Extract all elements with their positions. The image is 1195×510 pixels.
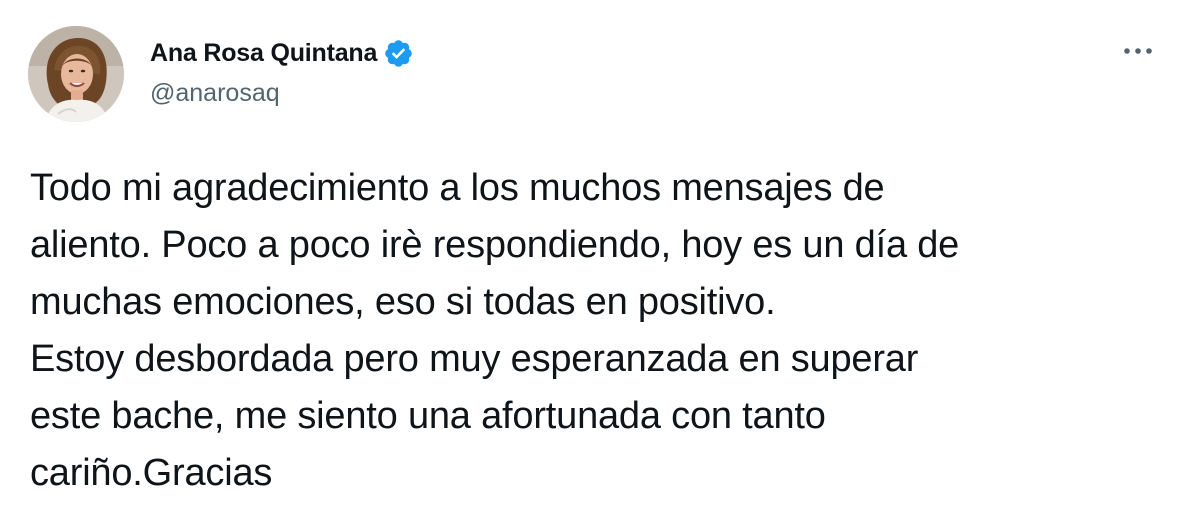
tweet-text-line: muchas emociones, eso si todas en positi… xyxy=(30,281,776,323)
author-name-row[interactable]: Ana Rosa Quintana xyxy=(150,37,414,69)
tweet-text-line: Todo mi agradecimiento a los muchos mens… xyxy=(30,167,885,209)
tweet-text-line: Estoy desbordada pero muy esperanzada en… xyxy=(30,338,919,380)
verified-badge-icon xyxy=(383,38,414,69)
tweet-text-line: cariño.Gracias xyxy=(30,452,273,494)
profile-photo-icon xyxy=(28,26,124,122)
more-options-icon xyxy=(1124,48,1152,54)
tweet-card: Ana Rosa Quintana @anarosaq Todo mi agra… xyxy=(0,0,1195,510)
more-options-button[interactable] xyxy=(1118,34,1158,68)
tweet-text: Todo mi agradecimiento a los muchos mens… xyxy=(30,160,1180,502)
author-handle[interactable]: @anarosaq xyxy=(150,79,280,108)
author-display-name[interactable]: Ana Rosa Quintana xyxy=(150,39,377,68)
tweet-text-line: este bache, me siento una afortunada con… xyxy=(30,395,826,437)
tweet-text-line: aliento. Poco a poco irè respondiendo, h… xyxy=(30,224,960,266)
author-avatar[interactable] xyxy=(28,26,124,122)
